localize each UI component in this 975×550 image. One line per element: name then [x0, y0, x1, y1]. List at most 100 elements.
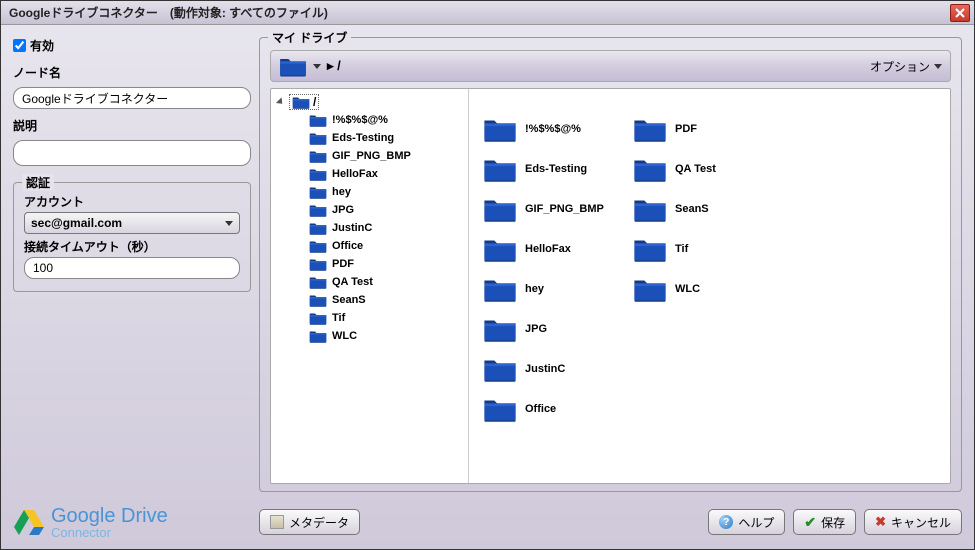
x-icon: ✖ — [875, 514, 886, 530]
grid-item[interactable]: QA Test — [629, 149, 779, 189]
folder-icon — [309, 167, 327, 181]
tree-item[interactable]: GIF_PNG_BMP — [307, 147, 466, 165]
folder-icon — [633, 156, 667, 182]
folder-icon — [309, 185, 327, 199]
folder-icon — [483, 316, 517, 342]
metadata-icon — [270, 515, 284, 529]
folder-icon — [633, 276, 667, 302]
description-label: 説明 — [13, 117, 251, 134]
logo-line1: Google Drive — [51, 506, 168, 526]
account-combo[interactable]: sec@gmail.com — [24, 212, 240, 234]
grid-item-label: JustinC — [525, 363, 565, 375]
folder-icon — [309, 329, 327, 343]
grid-item[interactable]: WLC — [629, 269, 779, 309]
grid-item[interactable]: JustinC — [479, 349, 629, 389]
grid-item-label: Eds-Testing — [525, 163, 587, 175]
tree-root[interactable]: / — [273, 93, 466, 111]
grid-item[interactable]: SeanS — [629, 189, 779, 229]
tree-item-label: !%$%$@% — [332, 114, 388, 126]
grid-item-label: JPG — [525, 323, 547, 335]
description-input[interactable] — [13, 140, 251, 166]
tree-item[interactable]: WLC — [307, 327, 466, 345]
folder-icon — [309, 149, 327, 163]
grid-item[interactable]: PDF — [629, 109, 779, 149]
help-label: ヘルプ — [738, 514, 774, 531]
metadata-button[interactable]: メタデータ — [259, 509, 360, 535]
grid-item[interactable]: !%$%$@% — [479, 109, 629, 149]
tree-item[interactable]: Tif — [307, 309, 466, 327]
tree-children: !%$%$@% Eds-Testing GIF_PNG_BMP HelloFax hey… — [307, 111, 466, 345]
chevron-down-icon[interactable] — [313, 64, 321, 69]
folder-icon — [309, 239, 327, 253]
tree-item-label: HelloFax — [332, 168, 378, 180]
help-button[interactable]: ? ヘルプ — [708, 509, 785, 535]
account-label: アカウント — [24, 193, 240, 210]
close-icon — [955, 8, 965, 18]
tree-item[interactable]: Eds-Testing — [307, 129, 466, 147]
tree-item-label: Tif — [332, 312, 345, 324]
enabled-checkbox[interactable] — [13, 39, 26, 52]
tree-item[interactable]: JPG — [307, 201, 466, 219]
options-label: オプション — [870, 58, 930, 75]
tree-item[interactable]: HelloFax — [307, 165, 466, 183]
close-button[interactable] — [950, 4, 970, 22]
tree-item-label: JPG — [332, 204, 354, 216]
window-title: Googleドライブコネクター (動作対象: すべてのファイル) — [5, 4, 950, 21]
grid-item[interactable]: JPG — [479, 309, 629, 349]
folder-icon — [279, 55, 307, 77]
grid-item[interactable]: HelloFax — [479, 229, 629, 269]
check-icon: ✔ — [804, 514, 816, 531]
gdrive-icon — [13, 508, 45, 536]
enabled-row: 有効 — [13, 37, 251, 54]
gdrive-logo: Google Drive Connector — [13, 506, 251, 539]
tree-item[interactable]: QA Test — [307, 273, 466, 291]
folder-icon — [309, 275, 327, 289]
folder-icon — [483, 236, 517, 262]
timeout-input[interactable] — [24, 257, 240, 279]
tree-item[interactable]: JustinC — [307, 219, 466, 237]
drive-legend: マイ ドライブ — [268, 29, 351, 46]
expander-icon[interactable] — [275, 97, 285, 107]
tree-item[interactable]: !%$%$@% — [307, 111, 466, 129]
cancel-label: キャンセル — [891, 514, 951, 531]
tree-item-label: Office — [332, 240, 363, 252]
grid-item[interactable]: GIF_PNG_BMP — [479, 189, 629, 229]
grid-item-label: WLC — [675, 283, 700, 295]
grid-item-label: GIF_PNG_BMP — [525, 203, 604, 215]
grid-item[interactable]: hey — [479, 269, 629, 309]
breadcrumb-path[interactable]: ▸ / — [327, 58, 341, 74]
folder-tree[interactable]: / !%$%$@% Eds-Testing GIF_PNG_BMP HelloFax h… — [271, 89, 469, 483]
folder-grid[interactable]: !%$%$@% Eds-Testing GIF_PNG_BMP HelloFax hey… — [469, 89, 950, 483]
tree-item-label: hey — [332, 186, 351, 198]
auth-fieldset: 認証 アカウント sec@gmail.com 接続タイムアウト（秒） — [13, 182, 251, 292]
grid-item-label: HelloFax — [525, 243, 571, 255]
folder-icon — [633, 116, 667, 142]
tree-item-label: Eds-Testing — [332, 132, 394, 144]
save-button[interactable]: ✔ 保存 — [793, 509, 856, 535]
options-button[interactable]: オプション — [870, 58, 942, 75]
folder-icon — [483, 116, 517, 142]
drive-fieldset: マイ ドライブ ▸ / オプション — [259, 37, 962, 492]
nodename-label: ノード名 — [13, 64, 251, 81]
drive-browser: / !%$%$@% Eds-Testing GIF_PNG_BMP HelloFax h… — [270, 88, 951, 484]
nodename-input[interactable] — [13, 87, 251, 109]
enabled-label: 有効 — [30, 37, 54, 54]
footer: Google Drive Connector メタデータ ? ヘルプ ✔ 保存 … — [1, 505, 974, 549]
grid-item[interactable]: Tif — [629, 229, 779, 269]
folder-icon — [483, 356, 517, 382]
tree-root-label: / — [313, 95, 316, 109]
folder-icon — [309, 221, 327, 235]
tree-item[interactable]: hey — [307, 183, 466, 201]
folder-icon — [309, 293, 327, 307]
chevron-down-icon — [934, 64, 942, 69]
tree-item[interactable]: PDF — [307, 255, 466, 273]
grid-item[interactable]: Eds-Testing — [479, 149, 629, 189]
tree-item[interactable]: SeanS — [307, 291, 466, 309]
logo-line2: Connector — [51, 526, 168, 539]
cancel-button[interactable]: ✖ キャンセル — [864, 509, 962, 535]
help-icon: ? — [719, 515, 733, 529]
titlebar[interactable]: Googleドライブコネクター (動作対象: すべてのファイル) — [1, 1, 974, 25]
tree-item[interactable]: Office — [307, 237, 466, 255]
grid-item[interactable]: Office — [479, 389, 629, 429]
grid-item-label: QA Test — [675, 163, 716, 175]
